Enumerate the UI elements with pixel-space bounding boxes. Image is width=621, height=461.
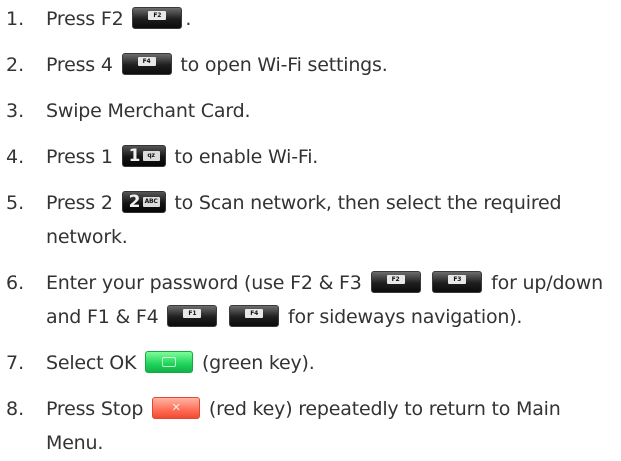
step-text-part [424, 272, 430, 294]
f3-key-icon: F3 [432, 271, 483, 293]
key-label: F4 [137, 57, 156, 66]
step-text-part: to enable Wi-Fi. [168, 146, 319, 168]
key-letters: ABC [142, 197, 160, 207]
step-text-part: Press F2 [46, 8, 130, 30]
step-text-part: (green key). [196, 352, 315, 374]
key-label: F3 [448, 275, 467, 284]
step-text-part: Press 4 [46, 54, 119, 76]
step-text-part: . [185, 8, 192, 30]
key-digit: 2 [128, 192, 141, 212]
one-key-icon: 1 qz [121, 145, 166, 167]
ok-glyph-icon [162, 357, 177, 367]
step-number: 8. [6, 398, 25, 420]
key-letters: qz [142, 151, 160, 161]
step-number: 7. [6, 352, 25, 374]
f2-key-icon: F2 [132, 7, 183, 29]
step-text-part: Press Stop [46, 398, 150, 420]
step-text: Press F2 F2. [46, 2, 611, 36]
step-text: Enter your password (use F2 & F3 F2 F3 f… [46, 266, 611, 334]
step-text: Press Stop ✕ (red key) repeatedly to ret… [46, 392, 611, 460]
step-text-part: Enter your password (use F2 & F3 [46, 272, 368, 294]
step-6: 6. Enter your password (use F2 & F3 F2 F… [0, 266, 621, 334]
step-text-part: Select OK [46, 352, 143, 374]
step-number: 6. [6, 272, 25, 294]
step-1: 1. Press F2 F2. [0, 2, 621, 36]
step-3: 3. Swipe Merchant Card. [0, 94, 621, 128]
step-text-part: Press 2 [46, 192, 119, 214]
step-2: 2. Press 4 F4 to open Wi-Fi settings. [0, 48, 621, 82]
key-label: F1 [183, 309, 202, 318]
step-text-part: Swipe Merchant Card. [46, 100, 251, 122]
step-8: 8. Press Stop ✕ (red key) repeatedly to … [0, 392, 621, 460]
step-text: Swipe Merchant Card. [46, 94, 611, 128]
stop-glyph-icon: ✕ [171, 401, 181, 414]
step-text-part: for sideways navigation). [282, 306, 523, 328]
step-text-part: to open Wi-Fi settings. [174, 54, 388, 76]
step-number: 1. [6, 8, 25, 30]
step-4: 4. Press 1 1 qz to enable Wi-Fi. [0, 140, 621, 174]
stop-red-key-icon: ✕ [152, 397, 201, 419]
step-7: 7. Select OK (green key). [0, 346, 621, 380]
f4-key-icon: F4 [229, 305, 280, 327]
key-label: F4 [245, 309, 264, 318]
key-label: F2 [148, 11, 167, 20]
step-number: 2. [6, 54, 25, 76]
f4-key-icon: F4 [121, 53, 172, 75]
step-number: 3. [6, 100, 25, 122]
step-text: Press 2 2 ABC to Scan network, then selec… [46, 186, 611, 254]
step-text-part: Press 1 [46, 146, 119, 168]
ok-green-key-icon [145, 351, 194, 373]
instruction-list: 1. Press F2 F2. 2. Press 4 F4 to open Wi… [0, 2, 621, 460]
step-number: 4. [6, 146, 25, 168]
f2-key-icon: F2 [370, 271, 421, 293]
two-key-icon: 2 ABC [121, 191, 166, 213]
step-5: 5. Press 2 2 ABC to Scan network, then se… [0, 186, 621, 254]
step-text: Press 4 F4 to open Wi-Fi settings. [46, 48, 611, 82]
step-text-part [220, 306, 226, 328]
step-number: 5. [6, 192, 25, 214]
step-text: Press 1 1 qz to enable Wi-Fi. [46, 140, 611, 174]
key-label: F2 [386, 275, 405, 284]
key-digit: 1 [128, 146, 141, 166]
f1-key-icon: F1 [167, 305, 218, 327]
step-text: Select OK (green key). [46, 346, 611, 380]
